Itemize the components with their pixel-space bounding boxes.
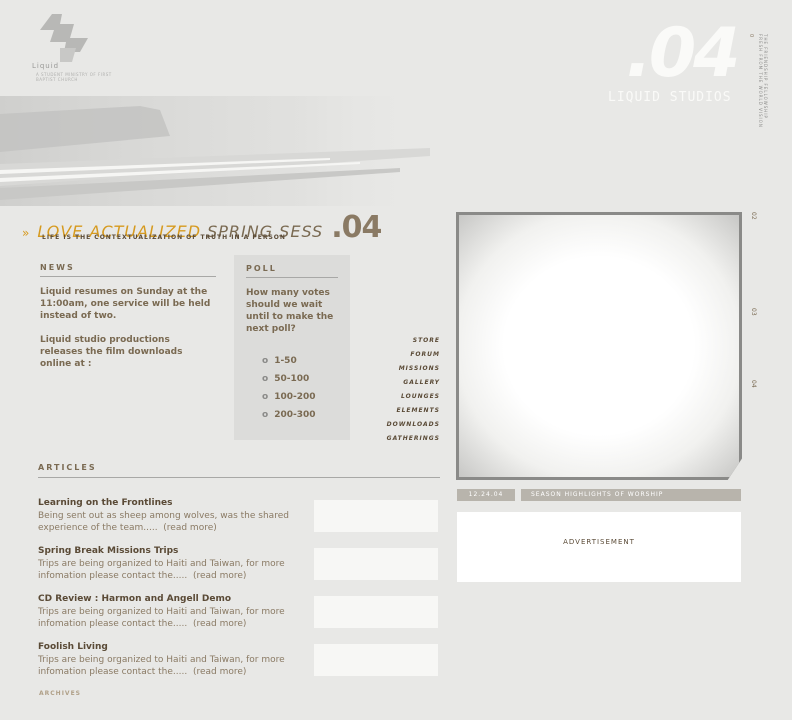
article-item: Spring Break Missions Trips Trips are be…: [38, 546, 306, 582]
nav-missions[interactable]: MISSIONS: [356, 362, 440, 376]
poll-option-label: 50-100: [274, 374, 310, 384]
hero-highway-image: [0, 96, 430, 206]
video-player[interactable]: [456, 212, 742, 480]
poll-options: o 1-50 o 50-100 o 100-200 o 200-300: [262, 352, 316, 424]
article-thumbnail[interactable]: [314, 500, 438, 532]
article-thumbnail[interactable]: [314, 596, 438, 628]
article-text: Trips are being organized to Haiti and T…: [38, 559, 285, 581]
news-heading: NEWS: [40, 263, 216, 277]
feature-title-number: .04: [331, 210, 382, 245]
article-title[interactable]: Learning on the Frontlines: [38, 498, 306, 510]
article-text: Trips are being organized to Haiti and T…: [38, 655, 285, 677]
vertical-index: 0: [748, 34, 754, 39]
nav-downloads[interactable]: DOWNLOADS: [356, 418, 440, 432]
poll-option[interactable]: o 100-200: [262, 388, 316, 406]
arrow-icon: »: [22, 226, 30, 240]
vertical-tagline: the friendship fellowship fresh from the…: [758, 34, 768, 128]
article-title[interactable]: CD Review : Harmon and Angell Demo: [38, 594, 306, 606]
logo-text: Liquid: [32, 62, 60, 70]
radio-icon[interactable]: o: [262, 392, 268, 402]
video-side-rail: 02 03 04: [740, 212, 757, 480]
article-thumbnail[interactable]: [314, 644, 438, 676]
article-item: Learning on the Frontlines Being sent ou…: [38, 498, 306, 534]
video-date: 12.24.04: [457, 489, 515, 501]
nav-elements[interactable]: ELEMENTS: [356, 404, 440, 418]
poll-option[interactable]: o 200-300: [262, 406, 316, 424]
advertisement-label: ADVERTISEMENT: [563, 538, 635, 546]
read-more-link[interactable]: (read more): [193, 619, 246, 629]
poll-option[interactable]: o 1-50: [262, 352, 316, 370]
poll-option-label: 200-300: [274, 410, 316, 420]
nav-lounges[interactable]: LOUNGES: [356, 390, 440, 404]
poll-panel: POLL How many votes should we wait until…: [234, 255, 350, 440]
read-more-link[interactable]: (read more): [163, 523, 216, 533]
radio-icon[interactable]: o: [262, 410, 268, 420]
article-item: Foolish Living Trips are being organized…: [38, 642, 306, 678]
advertisement-box[interactable]: ADVERTISEMENT: [457, 512, 741, 582]
poll-heading: POLL: [246, 264, 338, 278]
nav-store[interactable]: STORE: [356, 334, 440, 348]
archives-link[interactable]: ARCHIVES: [39, 690, 81, 697]
article-text: Trips are being organized to Haiti and T…: [38, 607, 285, 629]
video-screen[interactable]: [459, 215, 739, 477]
poll-option[interactable]: o 50-100: [262, 370, 316, 388]
feature-subtitle: life is the contextualization of truth i…: [42, 234, 286, 241]
article-title[interactable]: Foolish Living: [38, 642, 306, 654]
poll-option-label: 1-50: [274, 356, 297, 366]
article-item: CD Review : Harmon and Angell Demo Trips…: [38, 594, 306, 630]
studio-name: LIQUID STUDIOS: [608, 90, 732, 105]
poll-option-label: 100-200: [274, 392, 316, 402]
news-item: Liquid studio productions releases the f…: [40, 335, 183, 369]
video-tick: 04: [750, 380, 757, 388]
logo-subtitle: a student ministry of first baptist chur…: [36, 72, 112, 82]
radio-icon[interactable]: o: [262, 374, 268, 384]
radio-icon[interactable]: o: [262, 356, 268, 366]
read-more-link[interactable]: (read more): [193, 571, 246, 581]
poll-question: How many votes should we wait until to m…: [246, 288, 334, 334]
article-title[interactable]: Spring Break Missions Trips: [38, 546, 306, 558]
nav-gallery[interactable]: GALLERY: [356, 376, 440, 390]
video-tick: 02: [750, 212, 757, 220]
nav-gatherings[interactable]: GATHERINGS: [356, 432, 440, 446]
video-caption: SEASON HIGHLIGHTS OF WORSHIP: [521, 489, 741, 501]
nav-forum[interactable]: FORUM: [356, 348, 440, 362]
articles-heading: ARTICLES: [38, 463, 440, 478]
issue-number: .04: [626, 14, 740, 93]
news-body: Liquid resumes on Sunday at the 11:00am,…: [40, 286, 212, 382]
article-thumbnail[interactable]: [314, 548, 438, 580]
read-more-link[interactable]: (read more): [193, 667, 246, 677]
news-item: Liquid resumes on Sunday at the 11:00am,…: [40, 287, 211, 321]
main-nav: STORE FORUM MISSIONS GALLERY LOUNGES ELE…: [356, 334, 440, 446]
video-tick: 03: [750, 308, 757, 316]
